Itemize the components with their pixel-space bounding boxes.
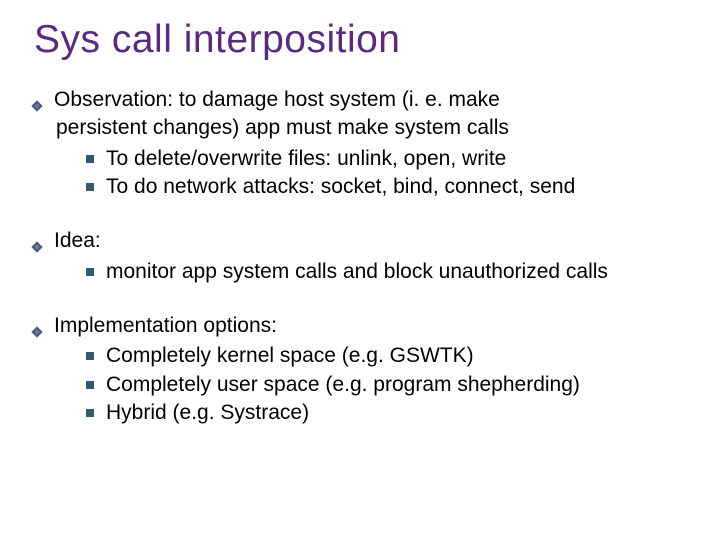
lead-text: Idea: bbox=[54, 227, 101, 255]
sub-text: To delete/overwrite files: unlink, open,… bbox=[106, 145, 506, 173]
sub-text: To do network attacks: socket, bind, con… bbox=[106, 173, 575, 201]
square-bullet-icon bbox=[86, 155, 94, 163]
sub-item: Hybrid (e.g. Systrace) bbox=[86, 399, 692, 427]
bullet-lead: Implementation options: bbox=[30, 312, 692, 340]
square-bullet-icon bbox=[86, 352, 94, 360]
sub-text: Completely user space (e.g. program shep… bbox=[106, 371, 580, 399]
sub-item: To do network attacks: socket, bind, con… bbox=[86, 173, 692, 201]
sub-list: monitor app system calls and block unaut… bbox=[86, 258, 692, 286]
diamond-bullet-icon bbox=[30, 319, 44, 333]
slide: Sys call interposition Observation: to d… bbox=[0, 0, 720, 540]
diamond-bullet-icon bbox=[30, 93, 44, 107]
sub-item: monitor app system calls and block unaut… bbox=[86, 258, 692, 286]
sub-text: Hybrid (e.g. Systrace) bbox=[106, 399, 309, 427]
lead-continuation: persistent changes) app must make system… bbox=[56, 114, 692, 142]
section-idea: Idea: monitor app system calls and block… bbox=[28, 227, 692, 286]
slide-title: Sys call interposition bbox=[34, 18, 692, 62]
bullet-lead: Observation: to damage host system (i. e… bbox=[30, 86, 692, 114]
diamond-bullet-icon bbox=[30, 234, 44, 248]
square-bullet-icon bbox=[86, 381, 94, 389]
sub-item: Completely user space (e.g. program shep… bbox=[86, 371, 692, 399]
sub-item: To delete/overwrite files: unlink, open,… bbox=[86, 145, 692, 173]
sub-text: monitor app system calls and block unaut… bbox=[106, 258, 608, 286]
square-bullet-icon bbox=[86, 409, 94, 417]
section-observation: Observation: to damage host system (i. e… bbox=[28, 86, 692, 201]
sub-text: Completely kernel space (e.g. GSWTK) bbox=[106, 342, 474, 370]
sub-list: To delete/overwrite files: unlink, open,… bbox=[86, 145, 692, 202]
sub-item: Completely kernel space (e.g. GSWTK) bbox=[86, 342, 692, 370]
section-implementation: Implementation options: Completely kerne… bbox=[28, 312, 692, 427]
square-bullet-icon bbox=[86, 268, 94, 276]
lead-text: Implementation options: bbox=[54, 312, 277, 340]
lead-text: Observation: to damage host system (i. e… bbox=[54, 86, 500, 114]
sub-list: Completely kernel space (e.g. GSWTK) Com… bbox=[86, 342, 692, 427]
square-bullet-icon bbox=[86, 183, 94, 191]
bullet-lead: Idea: bbox=[30, 227, 692, 255]
